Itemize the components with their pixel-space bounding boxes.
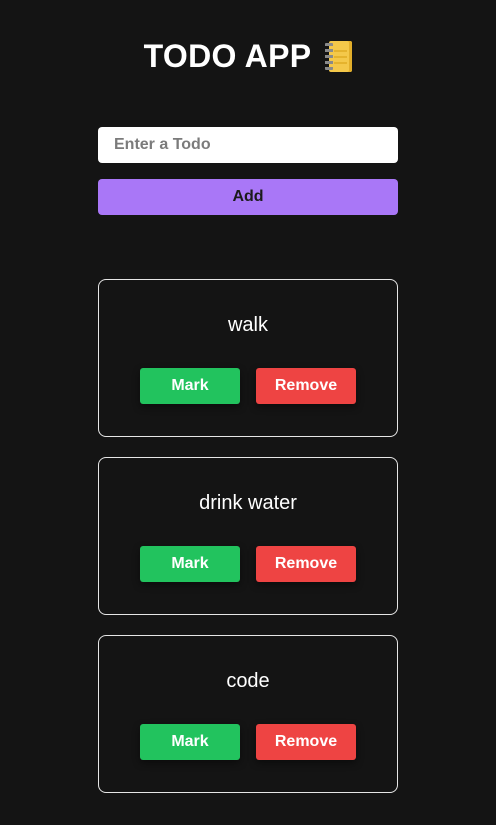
header: TODO APP bbox=[0, 36, 496, 76]
todo-card: walk Mark Remove bbox=[98, 279, 398, 437]
notebook-icon bbox=[325, 40, 353, 72]
remove-button[interactable]: Remove bbox=[256, 546, 356, 582]
todo-card: drink water Mark Remove bbox=[98, 457, 398, 615]
page-title: TODO APP bbox=[143, 37, 312, 74]
todo-app: TODO APP Add walk Mark Remove drink wate… bbox=[0, 0, 496, 825]
todo-input[interactable] bbox=[98, 127, 398, 163]
mark-button[interactable]: Mark bbox=[140, 546, 240, 582]
add-button[interactable]: Add bbox=[98, 179, 398, 215]
todo-text: walk bbox=[227, 314, 268, 336]
remove-button[interactable]: Remove bbox=[256, 724, 356, 760]
remove-button[interactable]: Remove bbox=[256, 368, 356, 404]
todo-text: code bbox=[226, 670, 270, 692]
todo-text: drink water bbox=[199, 492, 297, 514]
mark-button[interactable]: Mark bbox=[140, 368, 240, 404]
todo-card: code Mark Remove bbox=[98, 635, 398, 793]
mark-button[interactable]: Mark bbox=[140, 724, 240, 760]
